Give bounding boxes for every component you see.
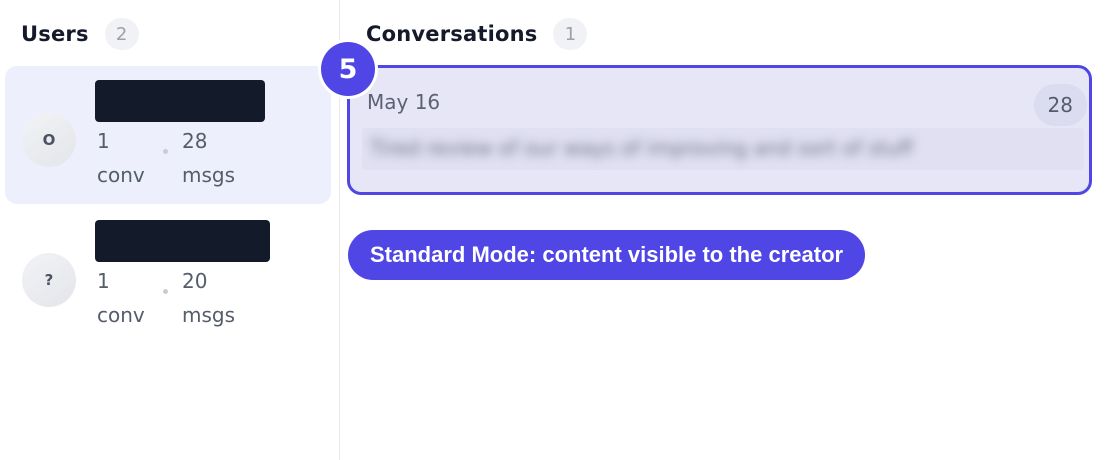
users-panel: Users 2 O 1 conv 28 msgs ? 1 conv 20 msg…: [0, 0, 340, 460]
message-count: 28 msgs: [182, 124, 235, 192]
conversation-count-unit: conv: [97, 303, 145, 327]
users-title: Users: [21, 22, 89, 46]
conversation-count: 1 conv: [97, 124, 145, 192]
user-item[interactable]: O 1 conv 28 msgs: [5, 66, 331, 204]
conversations-title: Conversations: [366, 22, 538, 46]
users-header: Users 2: [21, 18, 139, 50]
message-count: 20 msgs: [182, 264, 235, 332]
conversation-date: May 16: [367, 90, 441, 114]
avatar: O: [22, 113, 76, 167]
message-count-number: 20: [182, 269, 208, 293]
separator-dot: [163, 289, 168, 294]
conversation-count-unit: conv: [97, 163, 145, 187]
conversations-count-badge: 1: [553, 18, 588, 50]
app-root: Users 2 O 1 conv 28 msgs ? 1 conv 20 msg…: [0, 0, 1115, 460]
message-count-unit: msgs: [182, 303, 236, 327]
users-count-badge: 2: [104, 18, 139, 50]
conversation-count-number: 1: [97, 129, 110, 153]
redacted-user-name: [95, 80, 265, 122]
mode-tooltip: Standard Mode: content visible to the cr…: [348, 230, 866, 280]
conversation-preview-blurred: Tired review of our ways of improving an…: [362, 128, 1084, 170]
conversation-preview-text: Tired review of our ways of improving an…: [370, 136, 914, 160]
conversation-count: 1 conv: [97, 264, 145, 332]
user-item[interactable]: ? 1 conv 20 msgs: [5, 206, 331, 344]
separator-dot: [163, 149, 168, 154]
redacted-user-name: [95, 220, 270, 262]
tour-step-badge: 5: [321, 42, 375, 96]
conversations-header: Conversations 1: [366, 18, 588, 50]
avatar: ?: [22, 253, 76, 307]
conversation-item[interactable]: May 16 28 Tired review of our ways of im…: [347, 65, 1092, 195]
conversation-count-number: 1: [97, 269, 110, 293]
message-count-number: 28: [182, 129, 208, 153]
conversation-message-count: 28: [1033, 84, 1087, 126]
message-count-unit: msgs: [182, 163, 236, 187]
